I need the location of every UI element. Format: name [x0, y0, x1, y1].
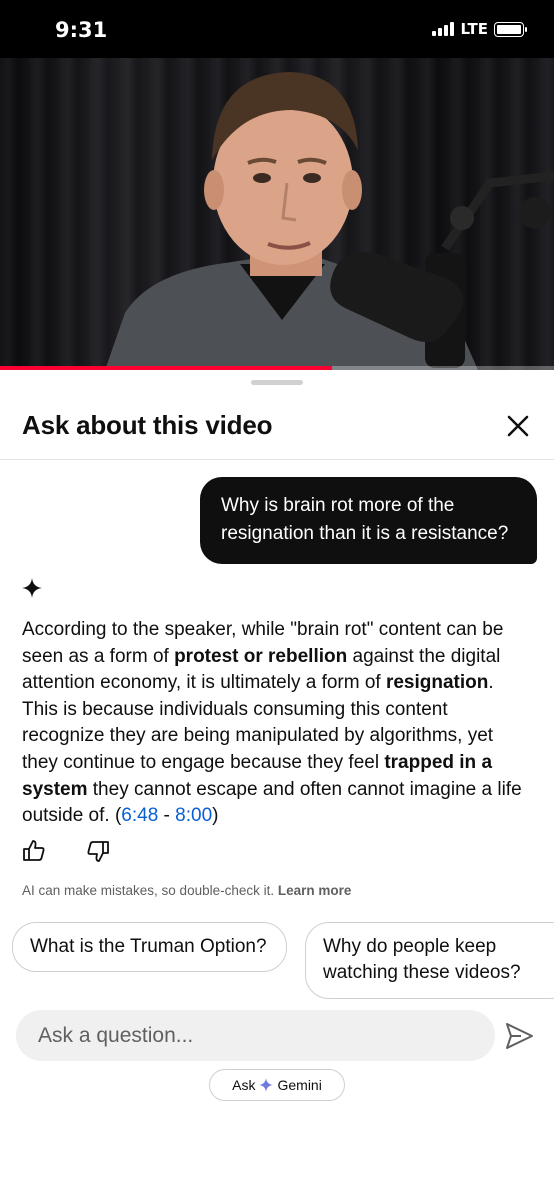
ask-label: Ask	[232, 1077, 256, 1093]
timestamp-link-start[interactable]: 6:48	[121, 805, 158, 826]
ask-question-input[interactable]	[16, 1010, 495, 1061]
status-time: 9:31	[55, 18, 108, 42]
user-question-bubble: Why is brain rot more of the resignation…	[200, 477, 537, 564]
sheet-title: Ask about this video	[22, 410, 273, 440]
thumb-up-button[interactable]	[22, 839, 46, 863]
battery-icon	[494, 21, 527, 37]
video-player[interactable]	[0, 58, 554, 370]
timestamp-link-end[interactable]: 8:00	[175, 805, 212, 826]
close-icon	[507, 415, 529, 437]
sparkle-icon	[22, 578, 42, 598]
close-button[interactable]	[504, 412, 532, 440]
thumb-down-icon	[87, 841, 109, 862]
ask-sheet: Ask about this video Why is brain rot mo…	[0, 370, 554, 1199]
suggestion-chip[interactable]: Why do people keep watching these videos…	[305, 922, 554, 999]
gemini-star-icon	[259, 1078, 274, 1092]
status-bar: 9:31 LTE	[0, 0, 554, 58]
header-divider	[0, 459, 554, 460]
thumb-up-icon	[23, 840, 45, 861]
ai-disclaimer: AI can make mistakes, so double-check it…	[22, 883, 352, 898]
send-icon	[506, 1023, 533, 1049]
signal-icon	[432, 22, 455, 36]
thumb-down-button[interactable]	[86, 839, 110, 863]
video-frame	[105, 72, 554, 370]
learn-more-link[interactable]: Learn more	[278, 883, 352, 898]
ai-answer: According to the speaker, while "brain r…	[22, 619, 522, 827]
send-button[interactable]	[503, 1020, 535, 1052]
network-type: LTE	[460, 20, 488, 38]
gemini-label: Gemini	[277, 1077, 322, 1093]
status-indicators: LTE	[432, 20, 527, 38]
suggestion-chip[interactable]: What is the Truman Option?	[12, 922, 287, 972]
ask-gemini-button[interactable]: Ask Gemini	[209, 1069, 345, 1101]
drag-handle[interactable]	[251, 380, 303, 385]
